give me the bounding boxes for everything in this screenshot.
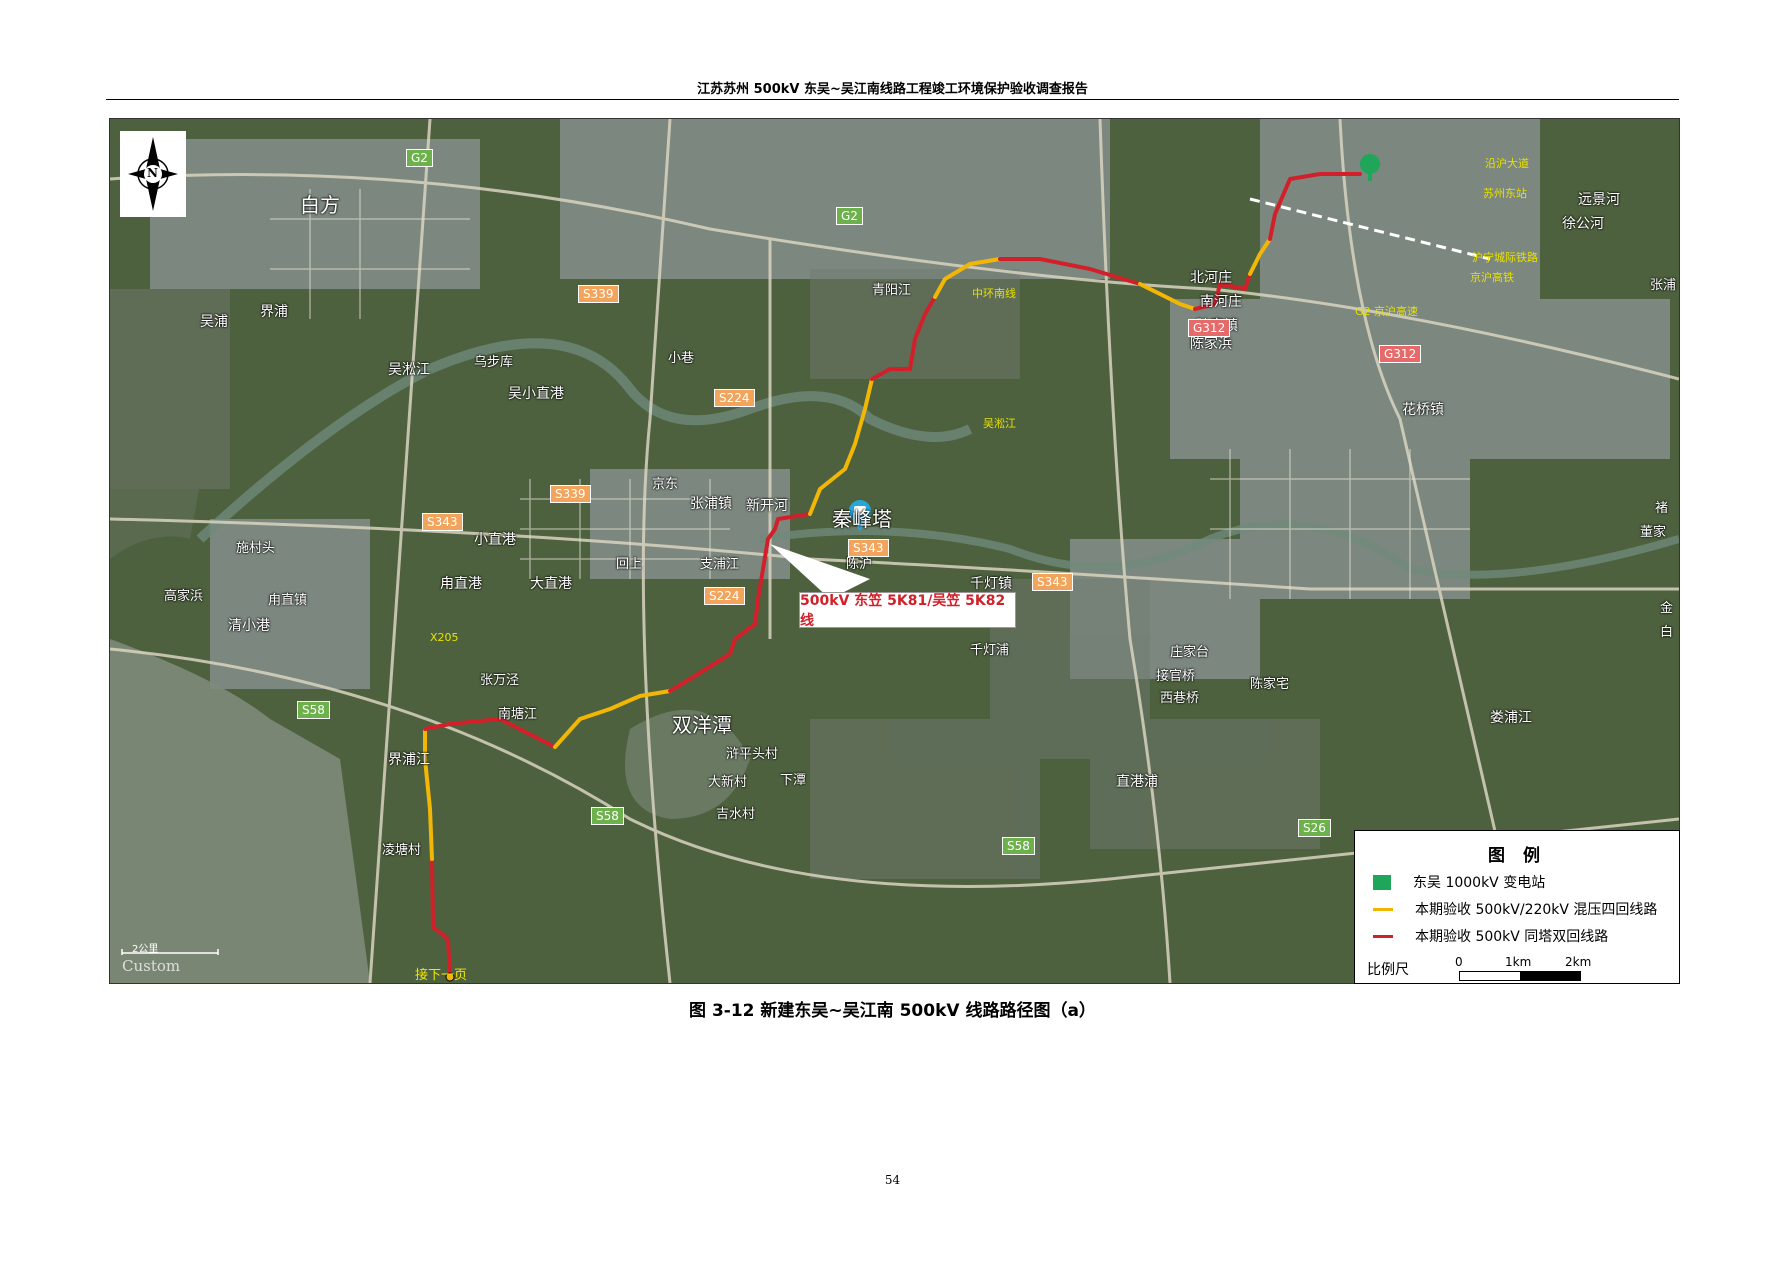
place-label: 高家浜 (164, 589, 204, 604)
place-label: 甪直港 (440, 576, 482, 592)
place-label: 北河庄 (1190, 270, 1232, 286)
place-label: 西巷桥 (1160, 691, 1200, 706)
road-badge: S224 (704, 587, 745, 605)
place-label: 青阳江 (872, 283, 912, 298)
place-label: 大直港 (530, 576, 572, 592)
header-rule (106, 99, 1679, 100)
road-badge: G312 (1379, 345, 1422, 363)
substation-swatch-icon (1373, 874, 1391, 890)
place-label: 南河庄 (1200, 294, 1242, 310)
place-label: 吴淞江 (388, 362, 430, 378)
page-number: 54 (884, 1173, 901, 1187)
compass-north-label: N (147, 166, 158, 180)
road-badge: S26 (1298, 819, 1331, 837)
legend-scale-label: 比例尺 (1367, 962, 1409, 978)
legend-item-label: 本期验收 500kV/220kV 混压四回线路 (1415, 902, 1658, 918)
place-label: 千灯浦 (970, 643, 1010, 658)
place-label: 凌塘村 (382, 843, 422, 858)
compass: N (120, 131, 186, 217)
place-label: 下潭 (780, 773, 807, 788)
map-scale-label: 2公里 (132, 944, 159, 955)
map-custom-text: Custom (122, 957, 181, 975)
place-label: 甪直镇 (268, 593, 308, 608)
place-label: 远景河 (1578, 192, 1620, 208)
route-label: 沪宁城际铁路 (1472, 251, 1538, 264)
place-label: 白方 (300, 193, 340, 217)
page-header: 江苏苏州 500kV 东吴~吴江南线路工程竣工环境保护验收调查报告 (697, 82, 1088, 97)
road-badge: S58 (297, 701, 330, 719)
legend-item-label: 东吴 1000kV 变电站 (1413, 875, 1546, 891)
place-label: 浒平头村 (726, 747, 779, 762)
place-label: 褚 (1655, 501, 1669, 516)
legend-item-substation: 东吴 1000kV 变电站 (1373, 872, 1545, 892)
scale-tick-1km: 1km (1505, 955, 1532, 969)
legend-item-mixed-line: 本期验收 500kV/220kV 混压四回线路 (1373, 899, 1657, 919)
place-label: 小巷 (668, 351, 695, 366)
place-label: 大新村 (708, 775, 748, 790)
route-label: 沿沪大道 (1485, 157, 1529, 170)
route-label: X205 (430, 631, 459, 644)
place-label: 双洋潭 (672, 713, 732, 737)
place-label: 张万泾 (480, 673, 520, 688)
legend-title: 图 例 (1488, 846, 1546, 866)
place-label: 小直港 (474, 532, 516, 548)
place-label: 乌步库 (474, 355, 514, 370)
place-label: 接官桥 (1156, 669, 1196, 684)
route-label: 吴淞江 (983, 417, 1016, 430)
scale-tick-0: 0 (1455, 955, 1463, 969)
place-label: 吉水村 (716, 807, 756, 822)
road-badge: G2 (406, 149, 433, 167)
place-label: 京东 (652, 477, 679, 492)
route-label: 京沪高铁 (1470, 271, 1514, 284)
legend-item-label: 本期验收 500kV 同塔双回线路 (1415, 929, 1609, 945)
road-badge: S339 (578, 285, 619, 303)
place-label: 陈家宅 (1250, 677, 1290, 692)
place-label: 秦峰塔 (832, 507, 892, 531)
place-label: 张浦镇 (690, 496, 732, 512)
road-badge: G2 (836, 207, 863, 225)
legend: 图 例 东吴 1000kV 变电站 本期验收 500kV/220kV 混压四回线… (1354, 830, 1680, 984)
callout-text: 500kV 东笠 5K81/吴笠 5K82 线 (800, 593, 1006, 629)
road-badge: S343 (1032, 573, 1073, 591)
next-page-label: 接下一页 (415, 968, 468, 983)
yellow-line-swatch-icon (1373, 907, 1393, 911)
place-label: 金 (1660, 601, 1674, 616)
road-badge: S224 (714, 389, 755, 407)
place-label: 白 (1660, 625, 1674, 640)
legend-item-double-line: 本期验收 500kV 同塔双回线路 (1373, 926, 1608, 946)
scale-tick-2km: 2km (1565, 955, 1592, 969)
line-callout: 500kV 东笠 5K81/吴笠 5K82 线 (799, 592, 1016, 629)
place-label: 董家 (1640, 525, 1667, 540)
road-badge: S58 (591, 807, 624, 825)
place-label: 回上 (616, 557, 643, 572)
place-label: 支浦江 (700, 557, 740, 572)
place-label: 施村头 (236, 541, 276, 556)
place-label: 清小港 (228, 618, 270, 634)
place-label: 吴小直港 (508, 386, 564, 402)
place-label: 徐公河 (1562, 216, 1604, 232)
road-badge: G312 (1188, 319, 1231, 337)
road-badge: S343 (422, 513, 463, 531)
place-label: 娄浦江 (1490, 710, 1532, 726)
road-badge: S58 (1002, 837, 1035, 855)
place-label: 直港浦 (1116, 774, 1158, 790)
place-label: 新开河 (746, 498, 788, 514)
route-label: 中环南线 (972, 287, 1016, 300)
place-label: 界浦 (260, 304, 288, 320)
place-label: 庄家台 (1170, 645, 1210, 660)
red-line-swatch-icon (1373, 934, 1393, 938)
road-badge: S343 (848, 539, 889, 557)
place-label: 吴浦 (200, 314, 228, 330)
place-label: 南塘江 (498, 707, 538, 722)
place-label: 张浦 (1650, 278, 1677, 293)
place-label: 界浦江 (388, 752, 430, 768)
road-badge: S339 (550, 485, 591, 503)
legend-scale-bar (1459, 971, 1581, 981)
place-label: 花桥镇 (1402, 402, 1444, 418)
route-label: 苏州东站 (1483, 187, 1527, 200)
figure-caption: 图 3-12 新建东吴~吴江南 500kV 线路路径图（a） (689, 1001, 1096, 1021)
route-label: G2 京沪高速 (1355, 305, 1419, 318)
